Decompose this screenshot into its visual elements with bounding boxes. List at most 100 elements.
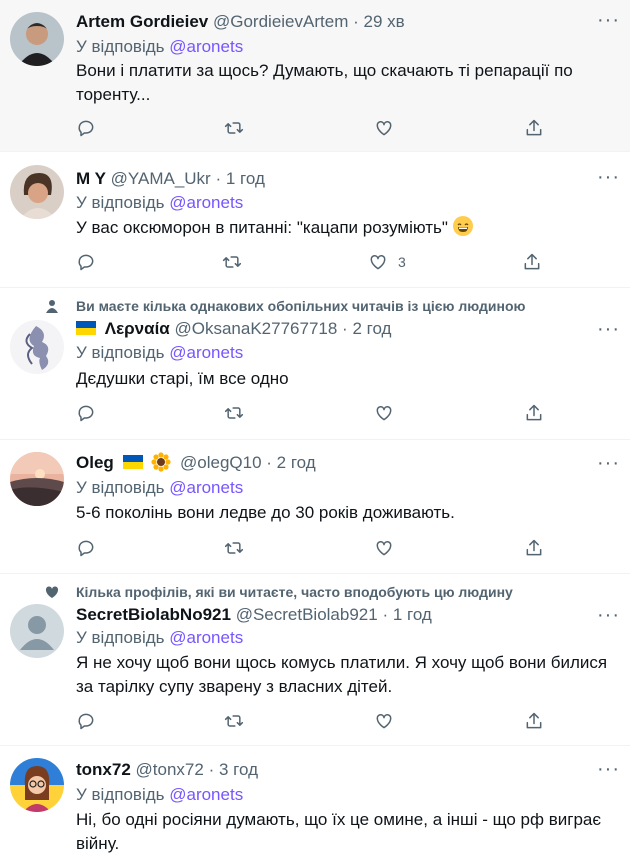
- reply-button[interactable]: [76, 401, 96, 425]
- reply-button[interactable]: [76, 250, 96, 274]
- tweet-actions: 3: [76, 250, 546, 274]
- text-line: Я не хочу щоб вони щось комусь платили. …: [76, 653, 608, 672]
- share-button[interactable]: [524, 116, 544, 140]
- tweet-actions: [76, 536, 546, 560]
- retweet-icon: [224, 715, 244, 727]
- user-handle[interactable]: @olegQ10: [180, 453, 262, 472]
- share-button[interactable]: [524, 709, 544, 733]
- timestamp[interactable]: 1 год: [226, 169, 265, 188]
- like-button[interactable]: [374, 709, 404, 733]
- more-icon[interactable]: ···: [597, 9, 620, 31]
- tweet[interactable]: Oleg @olegQ10 · 2 год ··· У відповідь @a…: [0, 440, 630, 574]
- text-line: війну.: [76, 834, 120, 853]
- user-handle[interactable]: @OksanaK27767718: [174, 319, 337, 338]
- share-button[interactable]: [522, 250, 542, 274]
- reply-prefix: У відповідь: [76, 343, 165, 362]
- reply-context: У відповідь @aronets: [76, 342, 243, 364]
- like-button[interactable]: [374, 536, 404, 560]
- reply-mention[interactable]: @aronets: [169, 343, 243, 362]
- share-icon: [526, 539, 542, 556]
- user-handle[interactable]: @YAMA_Ukr: [111, 169, 211, 188]
- tweet[interactable]: M Y @YAMA_Ukr · 1 год ··· У відповідь @a…: [0, 152, 630, 288]
- tweet[interactable]: Кілька профілів, які ви читаєте, часто в…: [0, 574, 630, 746]
- separator-dot: ·: [382, 605, 389, 624]
- more-icon[interactable]: ···: [597, 758, 620, 780]
- person-icon: [46, 300, 58, 313]
- retweet-icon: [224, 122, 244, 134]
- user-handle[interactable]: @SecretBiolab921: [236, 605, 378, 624]
- reply-prefix: У відповідь: [76, 785, 165, 804]
- heart-icon: [376, 540, 392, 556]
- text-line: Вони і платити за щось? Думають, що скач…: [76, 61, 573, 80]
- retweet-button[interactable]: [224, 536, 244, 560]
- tweet[interactable]: Artem Gordieiev @GordieievArtem · 29 хв …: [0, 0, 630, 152]
- like-button[interactable]: 3: [368, 250, 406, 274]
- tweet-text: Я не хочу щоб вони щось комусь платили. …: [76, 651, 616, 699]
- reply-button[interactable]: [76, 709, 96, 733]
- tweet-text: Дєдушки старі, їм все одно: [76, 367, 616, 391]
- display-name[interactable]: Oleg: [76, 453, 114, 472]
- avatar[interactable]: [10, 604, 64, 658]
- timestamp[interactable]: 1 год: [393, 605, 432, 624]
- reply-prefix: У відповідь: [76, 193, 165, 212]
- reply-mention[interactable]: @aronets: [169, 628, 243, 647]
- separator-dot: ·: [266, 453, 272, 472]
- like-count: 3: [398, 254, 406, 270]
- retweet-button[interactable]: [224, 401, 244, 425]
- like-button[interactable]: [374, 116, 404, 140]
- retweet-button[interactable]: [222, 250, 242, 274]
- tweet-text: У вас оксюморон в питанні: "кацапи розум…: [76, 216, 616, 240]
- display-name[interactable]: Artem Gordieiev: [76, 12, 208, 31]
- share-button[interactable]: [524, 536, 544, 560]
- user-handle[interactable]: @GordieievArtem: [213, 12, 348, 31]
- reply-mention[interactable]: @aronets: [169, 193, 243, 212]
- avatar[interactable]: [10, 12, 64, 66]
- tweet[interactable]: Ви маєте кілька однакових обопільних чит…: [0, 288, 630, 440]
- tweet-header: Λερναία @OksanaK27767718 · 2 год: [76, 318, 620, 340]
- display-name[interactable]: Λερναία: [105, 319, 170, 338]
- text-line: Ні, бо одні росіяни думають, що їх це ом…: [76, 810, 602, 829]
- reply-prefix: У відповідь: [76, 628, 165, 647]
- reply-feed: Artem Gordieiev @GordieievArtem · 29 хв …: [0, 0, 630, 860]
- user-handle[interactable]: @tonx72: [136, 760, 204, 779]
- tweet-actions: [76, 709, 546, 733]
- more-icon[interactable]: ···: [597, 452, 620, 474]
- avatar[interactable]: [10, 320, 64, 374]
- heart-filled-icon: [45, 586, 59, 598]
- display-name[interactable]: tonx72: [76, 760, 131, 779]
- timestamp[interactable]: 2 год: [352, 319, 391, 338]
- reply-context: У відповідь @aronets: [76, 627, 243, 649]
- ukraine-flag-icon: [122, 453, 143, 469]
- reply-button[interactable]: [76, 536, 96, 560]
- reply-context: У відповідь @aronets: [76, 784, 243, 806]
- avatar[interactable]: [10, 165, 64, 219]
- reply-mention[interactable]: @aronets: [169, 37, 243, 56]
- tweet-text: Вони і платити за щось? Думають, що скач…: [76, 59, 616, 107]
- share-icon: [526, 119, 542, 136]
- avatar[interactable]: [10, 452, 64, 506]
- display-name[interactable]: M Y: [76, 169, 106, 188]
- reply-mention[interactable]: @aronets: [169, 478, 243, 497]
- reply-mention[interactable]: @aronets: [169, 785, 243, 804]
- tweet[interactable]: tonx72 @tonx72 · 3 год ··· У відповідь @…: [0, 746, 630, 860]
- reply-context: У відповідь @aronets: [76, 192, 243, 214]
- timestamp[interactable]: 3 год: [219, 760, 258, 779]
- retweet-icon: [224, 407, 244, 419]
- separator-dot: ·: [353, 12, 359, 31]
- more-icon[interactable]: ···: [597, 604, 620, 626]
- sunflower-icon: [151, 452, 171, 472]
- reply-button[interactable]: [76, 116, 96, 140]
- avatar[interactable]: [10, 758, 64, 812]
- share-button[interactable]: [524, 401, 544, 425]
- timestamp[interactable]: 29 хв: [364, 12, 405, 31]
- like-button[interactable]: [374, 401, 404, 425]
- retweet-button[interactable]: [224, 116, 244, 140]
- retweet-button[interactable]: [224, 709, 244, 733]
- social-context: Ви маєте кілька однакових обопільних чит…: [76, 298, 526, 314]
- more-icon[interactable]: ···: [597, 166, 620, 188]
- text-line: Дєдушки старі, їм все одно: [76, 369, 289, 388]
- reply-icon: [78, 713, 94, 730]
- timestamp[interactable]: 2 год: [277, 453, 316, 472]
- more-icon[interactable]: ···: [597, 318, 620, 340]
- display-name[interactable]: SecretBiolabNo921: [76, 605, 231, 624]
